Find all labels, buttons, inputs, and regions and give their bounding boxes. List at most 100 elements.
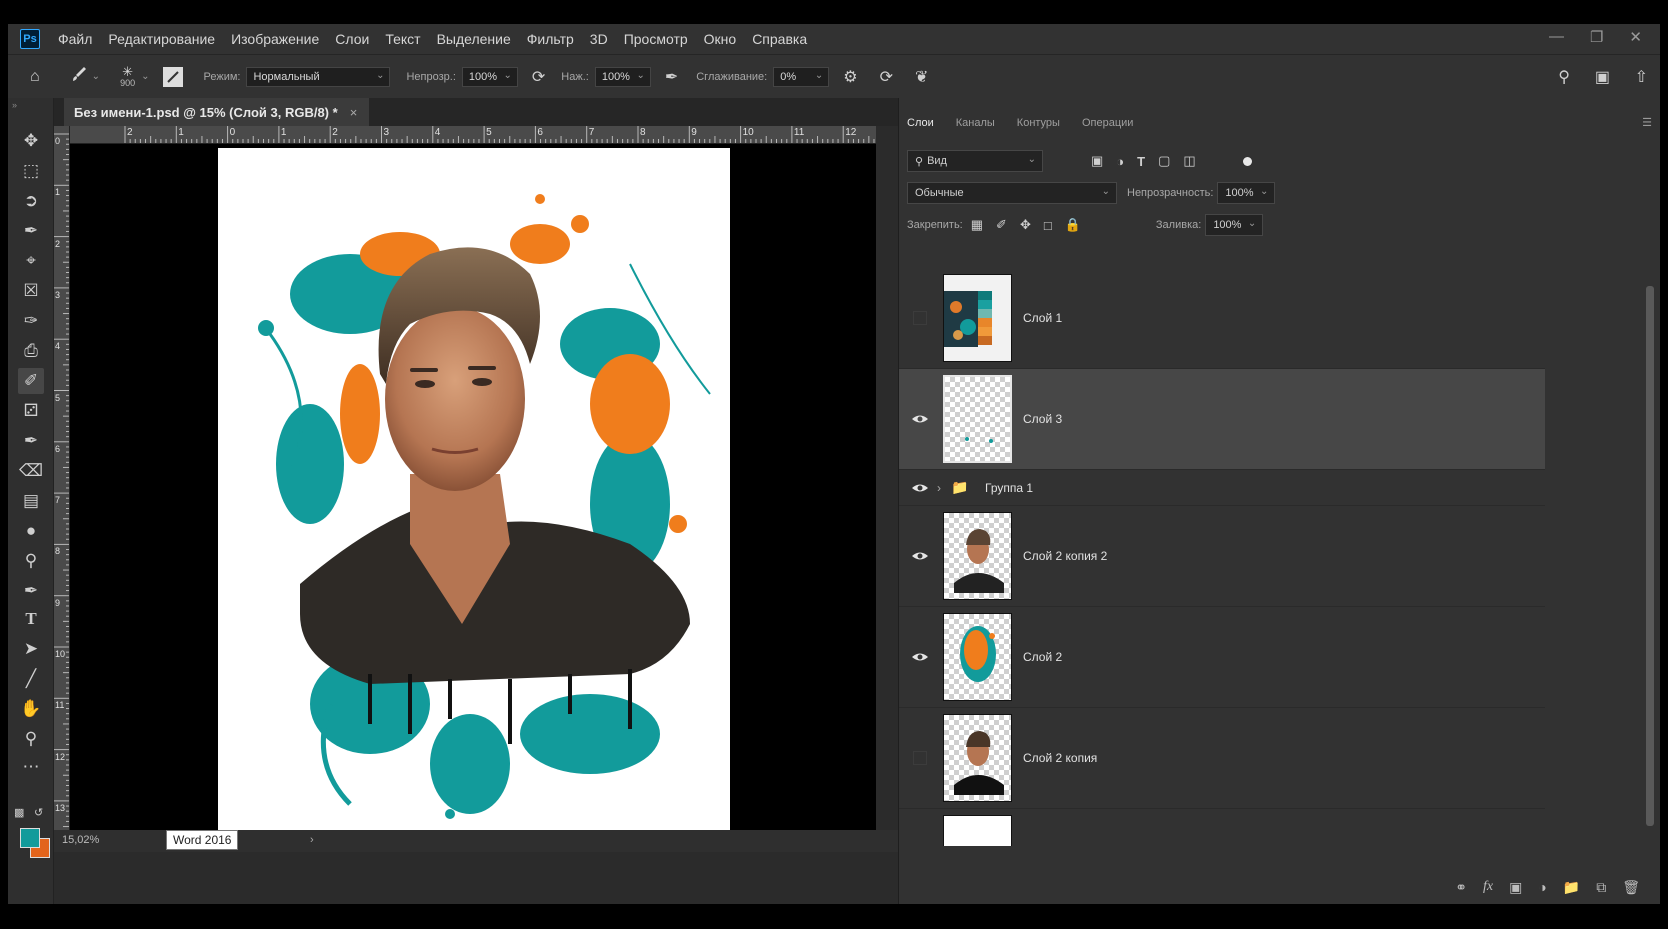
eraser-tool-icon[interactable]: ⌫ bbox=[18, 458, 44, 484]
trash-icon[interactable]: 🗑 bbox=[1622, 879, 1640, 896]
hand-tool-icon[interactable]: ✋ bbox=[18, 696, 44, 722]
scrollbar-thumb[interactable] bbox=[1646, 286, 1654, 826]
restore-icon[interactable]: ❐ bbox=[1590, 28, 1603, 46]
frame-tool-icon[interactable]: ☒ bbox=[18, 278, 44, 304]
zoom-tool-icon[interactable]: ⚲ bbox=[18, 726, 44, 752]
filter-adjustment-icon[interactable]: ◑ bbox=[1116, 154, 1124, 169]
filter-shape-icon[interactable]: ▢ bbox=[1158, 153, 1170, 169]
pressure-size-icon[interactable]: ⟳ bbox=[880, 67, 893, 87]
marquee-tool-icon[interactable]: ⬚ bbox=[18, 158, 44, 184]
filter-toggle-icon[interactable] bbox=[1242, 156, 1252, 166]
layer-row[interactable] bbox=[899, 809, 1545, 846]
lasso-tool-icon[interactable]: ➲ bbox=[18, 188, 44, 214]
path-selection-tool-icon[interactable]: ➤ bbox=[18, 636, 44, 662]
foreground-color-swatch[interactable] bbox=[20, 828, 40, 848]
new-group-icon[interactable]: 📁 bbox=[1563, 879, 1580, 896]
layer-name[interactable]: Слой 2 bbox=[1023, 650, 1062, 664]
eyedropper-tool-icon[interactable]: ✑ bbox=[18, 308, 44, 334]
pressure-opacity-icon[interactable]: ⟳ bbox=[532, 67, 545, 87]
mode-select[interactable]: Нормальный ⌄ bbox=[246, 66, 391, 87]
close-tab-icon[interactable]: × bbox=[350, 105, 358, 120]
artwork-canvas[interactable] bbox=[70, 144, 876, 830]
close-icon[interactable]: ✕ bbox=[1629, 28, 1642, 46]
lock-position-icon[interactable]: ✥ bbox=[1020, 217, 1031, 233]
eye-icon[interactable] bbox=[911, 481, 929, 495]
flow-input[interactable]: 100% ⌄ bbox=[594, 66, 651, 87]
fill-input[interactable]: 100% ⌄ bbox=[1205, 214, 1264, 236]
workspace-icon[interactable]: ▣ bbox=[1595, 67, 1610, 87]
more-tools-icon[interactable]: ⋯ bbox=[18, 754, 44, 780]
brush-tool-icon[interactable] bbox=[70, 65, 88, 88]
expand-arrows-icon[interactable]: » bbox=[12, 100, 17, 110]
layer-row[interactable]: Слой 2 копия bbox=[899, 708, 1545, 809]
adjustment-layer-icon[interactable]: ◑ bbox=[1538, 879, 1546, 895]
document-tab[interactable]: Без имени-1.psd @ 15% (Слой 3, RGB/8) * … bbox=[64, 98, 370, 126]
type-tool-icon[interactable]: T bbox=[18, 606, 44, 632]
minimize-icon[interactable]: — bbox=[1549, 28, 1564, 46]
healing-brush-tool-icon[interactable]: ⎙ bbox=[18, 338, 44, 364]
brush-settings-icon[interactable] bbox=[163, 66, 184, 87]
share-icon[interactable]: ⇧ bbox=[1635, 67, 1648, 87]
zoom-level[interactable]: 15,02% bbox=[62, 834, 99, 846]
menu-window[interactable]: Окно bbox=[704, 31, 737, 47]
move-tool-icon[interactable]: ✥ bbox=[18, 128, 44, 154]
link-layers-icon[interactable]: ⚭ bbox=[1455, 879, 1467, 896]
filter-type-icon[interactable]: T bbox=[1137, 154, 1145, 169]
visibility-toggle-off[interactable] bbox=[913, 311, 927, 325]
chevron-right-icon[interactable]: › bbox=[937, 481, 941, 495]
layer-name[interactable]: Слой 3 bbox=[1023, 412, 1062, 426]
add-mask-icon[interactable]: ▣ bbox=[1509, 879, 1522, 896]
canvas-area[interactable] bbox=[70, 144, 876, 830]
airbrush-icon[interactable]: ✒ bbox=[665, 67, 678, 87]
default-colors-icon[interactable]: ▩ bbox=[14, 806, 24, 819]
chevron-right-icon[interactable]: › bbox=[310, 834, 314, 846]
filter-smart-object-icon[interactable]: ◫ bbox=[1183, 153, 1195, 169]
lock-all-icon[interactable]: 🔒 bbox=[1065, 217, 1081, 233]
quick-select-tool-icon[interactable]: ✒ bbox=[18, 218, 44, 244]
menu-edit[interactable]: Редактирование bbox=[108, 31, 215, 47]
menu-layers[interactable]: Слои bbox=[335, 31, 369, 47]
crop-tool-icon[interactable]: ⌖ bbox=[18, 248, 44, 274]
layer-name[interactable]: Слой 2 копия bbox=[1023, 751, 1097, 765]
swap-colors-icon[interactable]: ↺ bbox=[34, 806, 43, 819]
eye-icon[interactable] bbox=[911, 549, 929, 563]
layer-name[interactable]: Слой 1 bbox=[1023, 311, 1062, 325]
eye-icon[interactable] bbox=[911, 412, 929, 426]
menu-select[interactable]: Выделение bbox=[437, 31, 511, 47]
line-tool-icon[interactable]: ╱ bbox=[18, 666, 44, 692]
layer-name[interactable]: Слой 2 копия 2 bbox=[1023, 549, 1107, 563]
layer-row[interactable]: Слой 2 копия 2 bbox=[899, 506, 1545, 607]
tab-channels[interactable]: Каналы bbox=[956, 117, 995, 129]
blend-mode-select[interactable]: Обычные ⌄ bbox=[907, 182, 1117, 204]
menu-3d[interactable]: 3D bbox=[590, 31, 608, 47]
layer-row-selected[interactable]: Слой 3 bbox=[899, 369, 1545, 470]
symmetry-icon[interactable]: ❦ bbox=[915, 67, 928, 87]
tab-layers[interactable]: Слои bbox=[907, 117, 934, 129]
eye-icon[interactable] bbox=[911, 650, 929, 664]
gear-icon[interactable]: ⚙ bbox=[843, 67, 857, 87]
lock-pixels-icon[interactable]: ✐ bbox=[996, 217, 1007, 233]
layers-scrollbar[interactable] bbox=[1644, 268, 1654, 848]
menu-view[interactable]: Просмотр bbox=[624, 31, 688, 47]
menu-image[interactable]: Изображение bbox=[231, 31, 319, 47]
filter-pixel-icon[interactable]: ▣ bbox=[1091, 153, 1103, 169]
tab-paths[interactable]: Контуры bbox=[1017, 117, 1060, 129]
layer-row[interactable]: Слой 2 bbox=[899, 607, 1545, 708]
layer-opacity-input[interactable]: 100% ⌄ bbox=[1217, 182, 1276, 204]
home-icon[interactable]: ⌂ bbox=[30, 68, 40, 86]
history-brush-tool-icon[interactable]: ✒ bbox=[18, 428, 44, 454]
panel-menu-icon[interactable]: ☰ bbox=[1642, 116, 1652, 129]
layer-row[interactable]: Слой 1 bbox=[899, 268, 1545, 369]
brush-tool-icon[interactable]: ✐ bbox=[18, 368, 44, 394]
menu-filter[interactable]: Фильтр bbox=[527, 31, 574, 47]
dodge-tool-icon[interactable]: ⚲ bbox=[18, 548, 44, 574]
menu-file[interactable]: Файл bbox=[58, 31, 92, 47]
fx-icon[interactable]: fx bbox=[1483, 879, 1493, 895]
pen-tool-icon[interactable]: ✒ bbox=[18, 578, 44, 604]
brush-preset-picker[interactable]: ✳ 900 bbox=[120, 65, 135, 88]
smoothing-input[interactable]: 0% ⌄ bbox=[773, 66, 830, 87]
gradient-tool-icon[interactable]: ▤ bbox=[18, 488, 44, 514]
layer-group-row[interactable]: › 📁 Группа 1 bbox=[899, 470, 1545, 506]
new-layer-icon[interactable]: ⧉ bbox=[1596, 879, 1606, 896]
group-name[interactable]: Группа 1 bbox=[985, 481, 1033, 495]
